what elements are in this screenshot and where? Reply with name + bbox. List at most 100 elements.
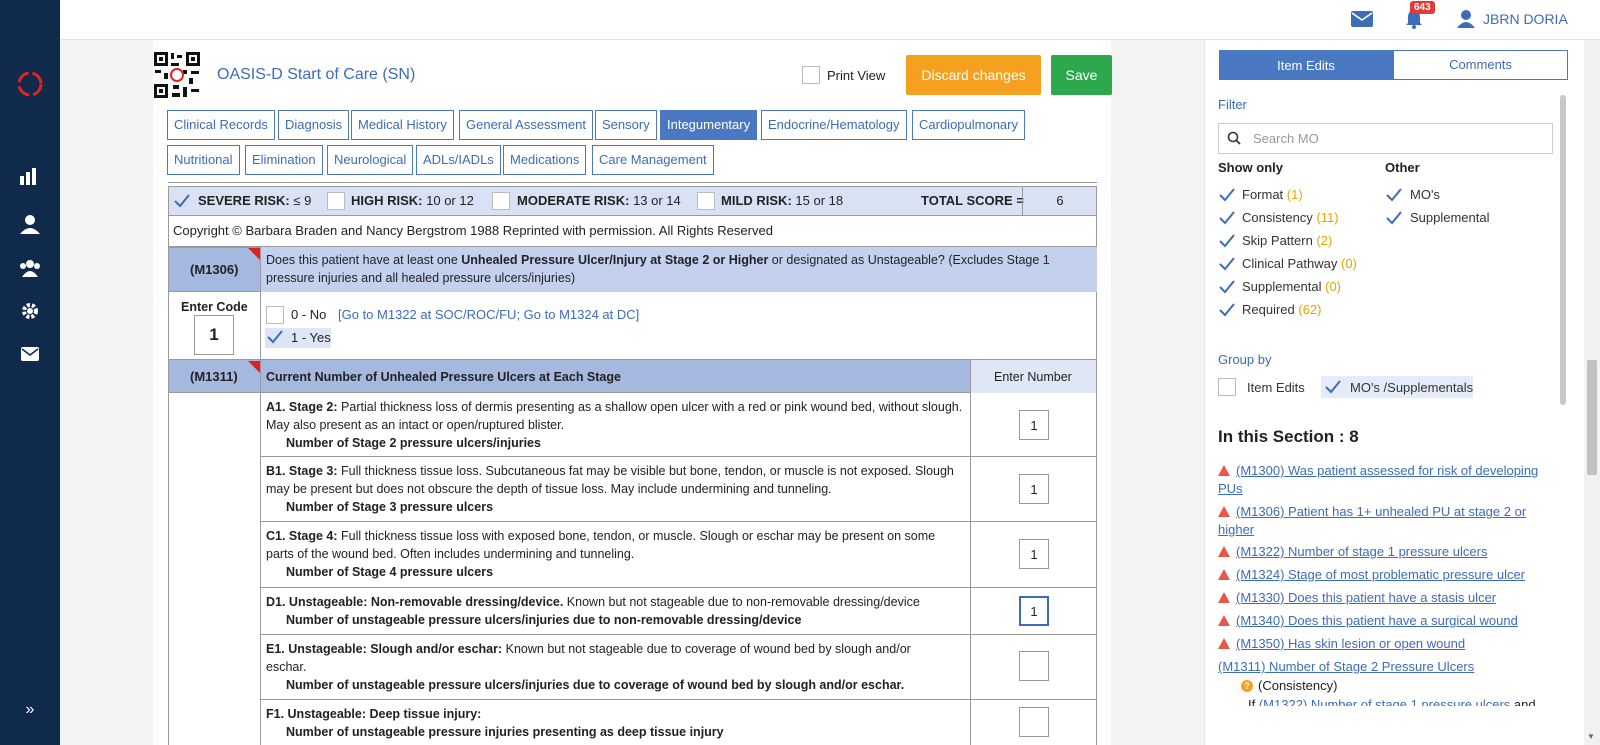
filter-skip-pattern-label: Skip Pattern	[1242, 233, 1313, 248]
other-mos-check-icon[interactable]	[1385, 187, 1403, 203]
section-item-m1300[interactable]: (M1300) Was patient assessed for risk of…	[1218, 462, 1548, 498]
m1306-code: (M1306)	[190, 262, 239, 277]
sidebar: »	[0, 0, 60, 745]
consistency-detail-prefix: If	[1248, 697, 1259, 706]
other-mos-label: MO's	[1410, 187, 1440, 202]
tab-integumentary[interactable]: Integumentary	[660, 110, 758, 140]
tab-item-edits[interactable]: Item Edits	[1219, 50, 1393, 80]
tab-neurological[interactable]: Neurological	[327, 145, 414, 175]
m1306-option-1-label: 1 - Yes	[291, 330, 331, 345]
consistency-detail-link[interactable]: (M1322) Number of stage 1 pressure ulcer…	[1259, 697, 1510, 706]
m1311-body-divider-left	[260, 393, 261, 745]
other-supplemental-label: Supplemental	[1410, 210, 1490, 225]
mail-icon[interactable]	[0, 343, 60, 365]
m1306-option-1-check-icon[interactable]	[266, 329, 284, 345]
section-item-m1322[interactable]: (M1322) Number of stage 1 pressure ulcer…	[1218, 544, 1558, 559]
m1306-question-bold: Unhealed Pressure Ulcer/Injury at Stage …	[461, 253, 769, 267]
tab-sensory[interactable]: Sensory	[595, 110, 657, 140]
tab-elimination[interactable]: Elimination	[245, 145, 323, 175]
users-group-icon[interactable]	[0, 257, 60, 279]
stage-2-count-input[interactable]: 1	[1019, 410, 1049, 440]
m1311-row-a1-sub: Number of Stage 2 pressure ulcers/injuri…	[286, 436, 541, 450]
severe-risk-check-icon[interactable]	[173, 193, 191, 209]
section-item-m1322-link[interactable]: (M1322) Number of stage 1 pressure ulcer…	[1236, 544, 1487, 559]
section-item-m1350[interactable]: (M1350) Has skin lesion or open wound	[1218, 636, 1558, 651]
warning-icon	[1218, 546, 1230, 557]
slough-eschar-count-input[interactable]	[1019, 651, 1049, 681]
section-item-m1330[interactable]: (M1330) Does this patient have a stasis …	[1218, 590, 1558, 605]
messages-mail-icon[interactable]	[1351, 11, 1373, 30]
section-item-m1306[interactable]: (M1306) Patient has 1+ unhealed PU at st…	[1218, 503, 1548, 539]
m1311-row-f1-sub: Number of unstageable pressure injuries …	[286, 725, 724, 739]
show-only-label: Show only	[1218, 160, 1283, 175]
section-item-m1300-link[interactable]: (M1300) Was patient assessed for risk of…	[1218, 463, 1538, 496]
group-item-edits-checkbox[interactable]	[1218, 378, 1236, 396]
high-risk-checkbox[interactable]	[327, 192, 345, 210]
m1306-code-input[interactable]: 1	[194, 315, 234, 355]
warning-icon	[1218, 569, 1230, 580]
filter-consistency-check-icon[interactable]	[1218, 210, 1236, 226]
tab-care-management[interactable]: Care Management	[592, 145, 714, 175]
m1311-row-d1-text: D1. Unstageable: Non-removable dressing/…	[266, 593, 966, 611]
tab-medical-history[interactable]: Medical History	[351, 110, 454, 140]
notification-count-badge: 643	[1410, 1, 1435, 14]
stage-3-count-input[interactable]: 1	[1019, 474, 1049, 504]
warning-icon	[1218, 615, 1230, 626]
deep-tissue-injury-count-input[interactable]	[1019, 707, 1049, 737]
app-logo-icon[interactable]	[0, 68, 60, 100]
other-supplemental-check-icon[interactable]	[1385, 210, 1403, 226]
m1306-answer-row	[168, 292, 1097, 360]
stage-4-count-input[interactable]: 1	[1019, 539, 1049, 569]
enter-number-label: Enter Number	[994, 370, 1072, 384]
moderate-risk-checkbox[interactable]	[492, 192, 510, 210]
group-mos-label: MO's /Supplementals	[1350, 380, 1474, 395]
filter-clinical-pathway: Clinical Pathway (0)	[1242, 256, 1357, 271]
patient-icon[interactable]	[0, 213, 60, 235]
section-item-m1306-link[interactable]: (M1306) Patient has 1+ unhealed PU at st…	[1218, 504, 1526, 537]
section-item-m1330-link[interactable]: (M1330) Does this patient have a stasis …	[1236, 590, 1496, 605]
tab-general-assessment[interactable]: General Assessment	[459, 110, 593, 140]
tab-medications[interactable]: Medications	[503, 145, 587, 175]
m1306-option-0-checkbox[interactable]	[266, 306, 284, 324]
discard-changes-button[interactable]: Discard changes	[906, 55, 1041, 95]
filter-clinical-pathway-check-icon[interactable]	[1218, 256, 1236, 272]
scroll-down-arrow-icon[interactable]: ▼	[1587, 732, 1595, 741]
panel-scrollbar-thumb[interactable]	[1560, 95, 1566, 405]
user-avatar-icon[interactable]	[1457, 10, 1475, 31]
section-item-m1324[interactable]: (M1324) Stage of most problematic pressu…	[1218, 567, 1558, 582]
section-item-m1350-link[interactable]: (M1350) Has skin lesion or open wound	[1236, 636, 1465, 651]
section-item-m1324-link[interactable]: (M1324) Stage of most problematic pressu…	[1236, 567, 1525, 582]
section-item-m1311-link[interactable]: (M1311) Number of Stage 2 Pressure Ulcer…	[1218, 659, 1474, 674]
dashboard-chart-icon[interactable]	[0, 165, 60, 187]
filter-format-check-icon[interactable]	[1218, 187, 1236, 203]
settings-gear-icon[interactable]	[0, 300, 60, 322]
user-name[interactable]: JBRN DORIA	[1483, 11, 1568, 27]
warning-icon	[1218, 465, 1230, 476]
filter-skip-pattern-check-icon[interactable]	[1218, 233, 1236, 249]
save-button[interactable]: Save	[1051, 55, 1112, 95]
mild-risk-checkbox[interactable]	[697, 192, 715, 210]
m1311-row-c1-head: C1. Stage 4:	[266, 529, 338, 543]
page-scrollbar-thumb[interactable]	[1587, 360, 1597, 475]
consistency-detail: If (M1322) Number of stage 1 pressure ul…	[1248, 696, 1548, 706]
filter-label: Filter	[1218, 97, 1247, 112]
tab-nutritional[interactable]: Nutritional	[167, 145, 240, 175]
non-removable-dressing-count-input[interactable]: 1	[1019, 596, 1049, 626]
section-item-m1311[interactable]: (M1311) Number of Stage 2 Pressure Ulcer…	[1218, 659, 1558, 674]
tab-clinical-records[interactable]: Clinical Records	[167, 110, 275, 140]
filter-required-check-icon[interactable]	[1218, 302, 1236, 318]
tab-cardiopulmonary[interactable]: Cardiopulmonary	[912, 110, 1025, 140]
m1311-row-d1-sub: Number of unstageable pressure ulcers/in…	[286, 613, 802, 627]
mild-risk-range: 15 or 18	[795, 193, 844, 208]
group-mos-check-icon[interactable]	[1324, 379, 1342, 395]
section-item-m1340-link[interactable]: (M1340) Does this patient have a surgica…	[1236, 613, 1518, 628]
tab-diagnosis[interactable]: Diagnosis	[278, 110, 350, 140]
tab-adls-iadls[interactable]: ADLs/IADLs	[416, 145, 501, 175]
expand-sidebar-icon[interactable]: »	[0, 700, 60, 720]
section-item-m1340[interactable]: (M1340) Does this patient have a surgica…	[1218, 613, 1558, 628]
tab-comments[interactable]: Comments	[1393, 50, 1568, 80]
filter-supplemental-check-icon[interactable]	[1218, 279, 1236, 295]
tab-endocrine-hematology[interactable]: Endocrine/Hematology	[761, 110, 907, 140]
print-view-checkbox[interactable]	[802, 66, 820, 84]
m1306-answer-divider	[260, 292, 261, 360]
